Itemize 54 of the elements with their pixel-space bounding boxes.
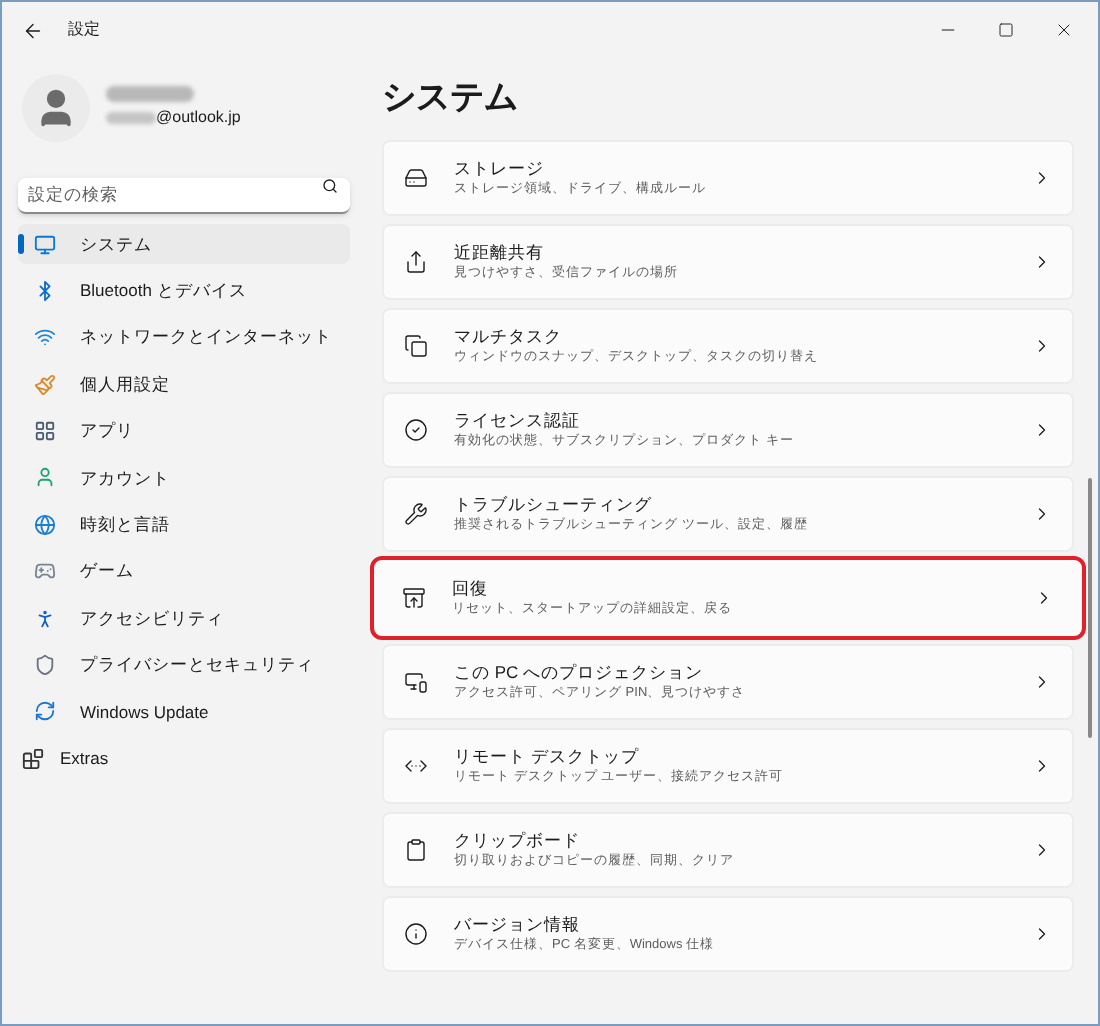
- shield-icon: [34, 654, 56, 677]
- item-title: この PC へのプロジェクション: [454, 662, 706, 684]
- info-icon: [404, 922, 428, 946]
- item-title: 近距離共有: [454, 242, 546, 264]
- search-icon[interactable]: [322, 178, 338, 194]
- scrollbar[interactable]: [1088, 478, 1092, 738]
- windows-icon: [404, 334, 428, 358]
- maximize-icon[interactable]: [998, 22, 1014, 38]
- apps-icon: [34, 420, 56, 443]
- redacted-mark: [106, 112, 156, 124]
- globe-icon: [34, 513, 56, 536]
- wrench-icon: [404, 502, 428, 526]
- search-field[interactable]: 設定の検索: [18, 177, 350, 213]
- gamepad-icon: [34, 560, 56, 583]
- close-icon[interactable]: [1054, 20, 1074, 40]
- sidebar-item[interactable]: アクセシビリティ: [18, 598, 350, 639]
- accessibility-icon: [34, 607, 56, 630]
- window-title: 設定: [68, 18, 100, 42]
- clipboard-icon: [404, 838, 428, 862]
- sidebar-item[interactable]: 時刻と言語: [18, 504, 350, 545]
- item-title: マルチタスク: [454, 326, 564, 348]
- drive-icon: [404, 166, 428, 190]
- projection-icon: [404, 670, 428, 694]
- restore-icon: [402, 586, 426, 610]
- share-icon: [404, 250, 428, 274]
- monitor-icon: [34, 233, 56, 255]
- item-title: クリップボード: [454, 830, 582, 852]
- sidebar-item[interactable]: ネットワークとインターネット: [18, 317, 350, 358]
- page-title: システム: [382, 76, 518, 121]
- account-email: @outlook.jp: [156, 106, 241, 130]
- person-icon: [34, 466, 56, 489]
- item-title: 回復: [452, 578, 490, 600]
- sidebar-item[interactable]: アプリ: [18, 411, 350, 452]
- sidebar-item[interactable]: システム: [18, 224, 350, 264]
- sidebar-item[interactable]: Windows Update: [18, 691, 350, 732]
- item-title: リモート デスクトップ: [454, 746, 641, 768]
- sidebar-item[interactable]: ゲーム: [18, 551, 350, 592]
- sidebar-item[interactable]: Extras: [18, 738, 350, 779]
- item-title: ストレージ: [454, 158, 546, 180]
- update-icon: [34, 700, 56, 723]
- avatar: [22, 74, 90, 142]
- sidebar-item[interactable]: アカウント: [18, 457, 350, 498]
- sidebar-item[interactable]: Bluetooth とデバイス: [18, 270, 350, 311]
- blocks-icon: [22, 747, 44, 770]
- item-title: バージョン情報: [454, 914, 582, 936]
- brush-icon: [34, 373, 56, 396]
- check-circle-icon: [404, 418, 428, 442]
- item-title: トラブルシューティング: [454, 494, 654, 516]
- bluetooth-icon: [34, 279, 56, 302]
- sidebar-item[interactable]: 個人用設定: [18, 364, 350, 405]
- back-icon[interactable]: [22, 19, 44, 41]
- redacted-mark: [106, 86, 194, 102]
- sidebar-item[interactable]: プライバシーとセキュリティ: [18, 645, 350, 686]
- item-title: ライセンス認証: [454, 410, 582, 432]
